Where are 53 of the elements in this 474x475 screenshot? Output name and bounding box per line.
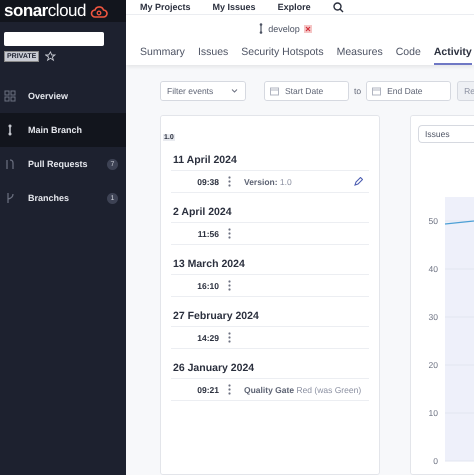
grid-icon (4, 90, 16, 102)
logo-text: sonarcloud (4, 1, 86, 21)
trend-line (444, 220, 474, 225)
cloud-logo-icon (90, 4, 108, 18)
tab[interactable]: Issues (198, 44, 228, 65)
event-description: Quality Gate Red (was Green) (244, 384, 362, 394)
kebab-icon (228, 332, 231, 343)
nav-link[interactable]: My Issues (212, 2, 256, 12)
date-separator: to (354, 86, 362, 96)
nav-link[interactable]: Explore (278, 2, 311, 12)
kebab-icon (228, 384, 231, 395)
date-heading: 26 January 2024 (173, 362, 256, 374)
axis-tick-label: 50 (428, 216, 438, 226)
nav-link[interactable]: My Projects (140, 2, 191, 12)
date-field[interactable]: End Date (366, 81, 452, 101)
pencil-icon (354, 177, 363, 186)
chevron-down-icon (231, 88, 238, 94)
tab[interactable]: Activity (434, 44, 472, 65)
axis-tick-label: 30 (428, 312, 438, 322)
search-icon[interactable] (332, 2, 344, 12)
date-heading: 13 March 2024 (173, 258, 246, 270)
date-heading: 11 April 2024 (173, 154, 238, 166)
event-time: 09:21 (196, 384, 219, 394)
event-description: Version: 1.0 (244, 176, 293, 186)
tab[interactable]: Security Hotspots (241, 44, 324, 65)
axis-tick-label: 40 (428, 264, 438, 274)
calendar-icon (270, 86, 279, 96)
tab[interactable]: Summary (140, 44, 185, 65)
calendar-icon (372, 86, 382, 96)
date-heading: 2 April 2024 (173, 206, 233, 218)
kebab-icon (228, 228, 231, 239)
filter-dropdown[interactable]: Filter events (160, 81, 246, 101)
tab[interactable]: Measures (336, 44, 383, 65)
event-time: 09:38 (196, 176, 219, 186)
date-heading: 27 February 2024 (173, 310, 260, 322)
tab[interactable]: Code (396, 44, 421, 65)
axis-tick-label: 10 (428, 408, 438, 418)
kebab-icon (228, 280, 231, 291)
event-time: 11:56 (196, 228, 219, 238)
event-time: 16:10 (196, 280, 219, 290)
star-icon[interactable] (45, 51, 56, 62)
sidebar-item[interactable]: Main Branch (0, 113, 126, 147)
event-time: 14:29 (196, 332, 219, 342)
date-field[interactable]: Start Date (264, 81, 349, 101)
axis-tick-label: 20 (428, 360, 438, 370)
metric-select[interactable]: Issues (418, 125, 474, 143)
axis-tick-label: 0 (433, 456, 438, 466)
pull-request-icon (4, 158, 16, 170)
branch-icon (258, 23, 264, 34)
branch-name: develop (268, 24, 300, 34)
edit-button[interactable] (354, 177, 363, 186)
kebab-icon (228, 176, 231, 187)
sidebar-item[interactable]: Overview (0, 79, 126, 113)
